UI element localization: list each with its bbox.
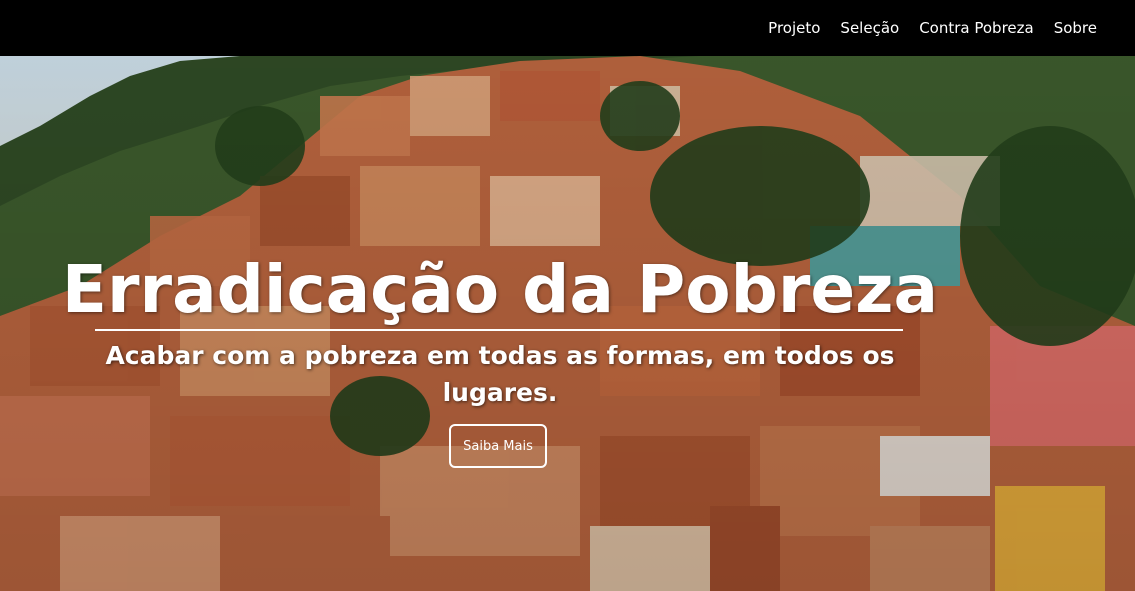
saiba-mais-button[interactable]: Saiba Mais [449,424,547,468]
nav-link-selecao[interactable]: Seleção [840,19,899,37]
nav-link-contra-pobreza[interactable]: Contra Pobreza [919,19,1034,37]
hero-section: Erradicação da Pobreza Acabar com a pobr… [0,56,1135,591]
nav-links: Projeto Seleção Contra Pobreza Sobre [768,0,1097,56]
top-navbar: Projeto Seleção Contra Pobreza Sobre [0,0,1135,56]
nav-link-projeto[interactable]: Projeto [768,19,820,37]
nav-link-sobre[interactable]: Sobre [1054,19,1097,37]
hero-title: Erradicação da Pobreza [61,251,939,328]
hero-divider [95,329,903,331]
hero-subtitle: Acabar com a pobreza em todas as formas,… [105,341,895,407]
